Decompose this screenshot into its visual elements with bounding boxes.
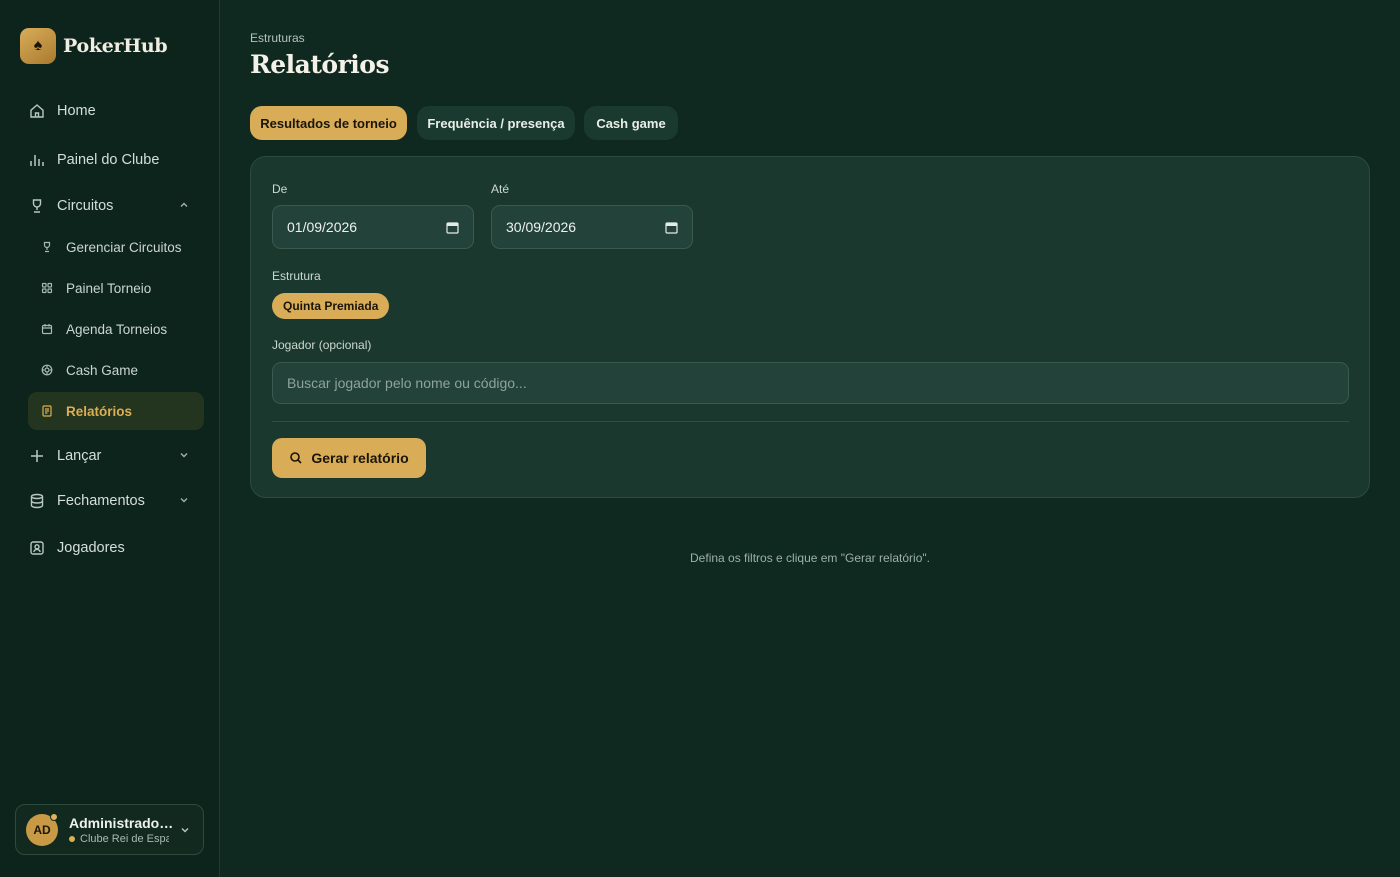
- contact-icon: [28, 539, 46, 557]
- chip-icon: [40, 363, 54, 377]
- sidebar-item-label: Fechamentos: [57, 493, 145, 509]
- sidebar-item-label: Lançar: [57, 448, 102, 464]
- structure-label: Estrutura: [272, 269, 321, 283]
- sidebar-item-home[interactable]: Home: [28, 92, 204, 130]
- to-date-label: Até: [491, 182, 510, 196]
- sidebar-subitem-label: Painel Torneio: [66, 280, 152, 296]
- sidebar-subitem-label: Relatórios: [66, 403, 133, 419]
- player-label: Jogador (opcional): [272, 338, 372, 352]
- sidebar-subitem-gerenciar-circuitos[interactable]: Gerenciar Circuitos: [28, 228, 204, 266]
- empty-state-hint: Defina os filtros e clique em "Gerar rel…: [690, 551, 930, 565]
- chevron-down-icon[interactable]: [178, 494, 190, 506]
- breadcrumb[interactable]: Estruturas: [250, 31, 305, 45]
- generate-report-label: Gerar relatório: [311, 450, 409, 466]
- sidebar-subitem-painel-torneio[interactable]: Painel Torneio: [28, 269, 204, 307]
- bar-chart-icon: [28, 151, 46, 169]
- brand-logo[interactable]: ♠ PokerHub: [20, 28, 168, 64]
- tab-cash-game[interactable]: Cash game: [584, 106, 678, 140]
- chevron-down-icon[interactable]: [179, 824, 191, 836]
- sidebar: ♠ PokerHub Home Painel do Clube Circuito…: [0, 0, 220, 877]
- main-content: Estruturas Relatórios Resultados de torn…: [250, 0, 1370, 877]
- brand-name: PokerHub: [63, 35, 168, 57]
- page-title: Relatórios: [250, 50, 390, 79]
- sidebar-item-fechamentos[interactable]: Fechamentos: [28, 482, 204, 520]
- trophy-icon: [28, 197, 46, 215]
- sidebar-item-jogadores[interactable]: Jogadores: [28, 529, 204, 567]
- calendar-icon[interactable]: [446, 221, 459, 234]
- from-date-input[interactable]: 01/09/2026: [272, 205, 474, 249]
- tab-resultados-torneio[interactable]: Resultados de torneio: [250, 106, 407, 140]
- structure-chip[interactable]: Quinta Premiada: [272, 293, 390, 319]
- database-icon: [28, 492, 46, 510]
- filters-card: De 01/09/2026 Até 30/09/2026 Estrutura Q…: [250, 156, 1370, 498]
- sidebar-subitem-label: Agenda Torneios: [66, 321, 168, 337]
- user-name: Administrador ...: [69, 815, 175, 831]
- from-date-value: 01/09/2026: [287, 219, 358, 235]
- user-club: Clube Rei de Espadas: [69, 833, 169, 845]
- sidebar-subitem-relatorios[interactable]: Relatórios: [28, 392, 204, 430]
- search-icon: [289, 451, 303, 465]
- tab-frequencia-presenca[interactable]: Frequência / presença: [417, 106, 575, 140]
- user-club-name: Clube Rei de Espadas: [80, 833, 169, 845]
- from-date-label: De: [272, 182, 288, 196]
- sidebar-subitem-agenda-torneios[interactable]: Agenda Torneios: [28, 310, 204, 348]
- sidebar-item-painel-clube[interactable]: Painel do Clube: [28, 141, 204, 179]
- user-menu[interactable]: AD Administrador ... Clube Rei de Espada…: [15, 804, 204, 855]
- calendar-icon[interactable]: [665, 221, 678, 234]
- online-status-dot: [50, 813, 58, 821]
- sidebar-item-label: Circuitos: [57, 198, 114, 214]
- chevron-up-icon[interactable]: [178, 199, 190, 211]
- spade-icon: ♠: [20, 28, 56, 64]
- sidebar-item-lancar[interactable]: Lançar: [28, 437, 204, 475]
- sidebar-item-label: Painel do Clube: [57, 152, 160, 168]
- grid-icon: [40, 281, 54, 295]
- plus-icon: [28, 447, 46, 465]
- to-date-value: 30/09/2026: [506, 219, 577, 235]
- sidebar-subitem-label: Cash Game: [66, 362, 139, 378]
- sidebar-item-label: Jogadores: [57, 540, 125, 556]
- generate-report-button[interactable]: Gerar relatório: [272, 438, 426, 478]
- sidebar-subitem-cash-game[interactable]: Cash Game: [28, 351, 204, 389]
- home-icon: [28, 102, 46, 120]
- sidebar-item-circuitos[interactable]: Circuitos: [28, 187, 204, 225]
- club-status-dot: [69, 836, 75, 842]
- divider: [272, 421, 1349, 422]
- player-search-input[interactable]: Buscar jogador pelo nome ou código...: [272, 362, 1349, 404]
- trophy-icon: [40, 240, 54, 254]
- to-date-input[interactable]: 30/09/2026: [491, 205, 693, 249]
- chevron-down-icon[interactable]: [178, 449, 190, 461]
- sidebar-subitem-label: Gerenciar Circuitos: [66, 239, 182, 255]
- report-icon: [40, 404, 54, 418]
- sidebar-item-label: Home: [57, 103, 96, 119]
- calendar-icon: [40, 322, 54, 336]
